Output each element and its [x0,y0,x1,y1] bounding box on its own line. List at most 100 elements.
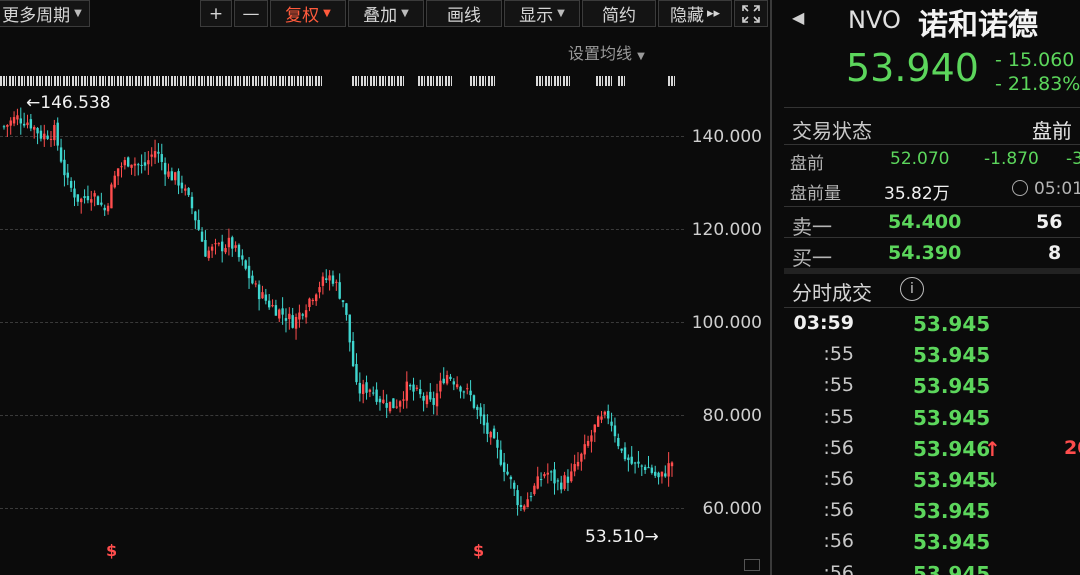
candle-body [516,490,519,506]
candle [392,398,395,409]
candle-body [486,422,489,434]
candle [341,300,345,308]
candle [502,453,506,482]
candle [372,386,375,396]
candle-body [308,298,311,308]
candle-body [600,416,603,420]
period-dropdown[interactable]: 更多周期 ▼ [0,0,90,27]
candle-body [613,425,617,437]
panel-divider[interactable] [770,0,772,575]
hide-button[interactable]: 隐藏 ▸▸ [658,0,732,27]
candle [153,139,157,164]
candle [26,114,29,129]
candle-body [271,305,274,307]
candle [439,372,442,399]
candle-body [298,312,301,320]
candle [234,241,237,252]
candle-body [96,196,100,205]
candle-body [187,188,190,196]
zoom-in-button[interactable]: + [200,0,232,27]
candle [382,389,385,405]
candle [432,391,435,415]
ticks-title: 分时成交 [792,281,872,305]
split-marker[interactable]: $ [106,541,117,560]
fullscreen-button[interactable] [734,0,768,27]
candle [566,469,570,492]
candle-body [140,164,143,166]
candle [257,280,261,311]
axis-tick: 140.000 [691,127,762,147]
candlestick-chart[interactable]: ←146.538 53.510→ $ $ 设置均线 ▼ [0,0,684,575]
price-change: - 15.060 [995,49,1075,71]
display-dropdown[interactable]: 显示 ▼ [504,0,580,27]
candle-body [590,435,593,442]
tick-price: 53.945 [913,499,991,524]
candle [405,371,409,409]
ask-size: 56 [1036,211,1063,233]
candle-body [657,472,660,478]
candle [301,312,304,320]
quote-panel: ◀ NVO 诺和诺德 53.940 - 15.060 - 21.83% 交易状态… [784,0,1080,575]
candle [499,440,503,467]
candle-body [412,384,415,392]
candle [603,410,607,419]
zoom-out-button[interactable]: — [234,0,268,27]
chart-scrollbar[interactable] [744,559,760,571]
candle-body [214,243,217,245]
candle [244,259,247,271]
candle-body [506,471,509,475]
candle [100,192,103,207]
candle [66,163,69,186]
fullscreen-icon [742,4,760,23]
candle-body [147,160,150,165]
info-icon[interactable]: i [900,277,924,301]
candle [16,108,19,126]
candle-body [469,390,472,396]
candle [311,298,315,305]
candle [321,272,325,295]
candle-body [502,462,506,472]
candle-body [388,401,392,412]
ma-setting-button[interactable]: 设置均线 ▼ [568,40,645,64]
candle-body [647,467,650,469]
simple-button[interactable]: 简约 [582,0,656,27]
candle [459,385,462,399]
collapse-panel-icon[interactable]: ◀ [792,8,804,27]
candle [267,293,271,310]
candle [251,270,254,285]
candle [220,234,224,263]
candle-body [670,462,674,467]
candle-body [449,376,452,380]
candle-body [513,482,516,489]
ask-price: 54.400 [888,211,962,233]
premarket-volume-label: 盘前量 [790,184,841,204]
overlay-dropdown[interactable]: 叠加 ▼ [348,0,424,27]
candle-body [241,255,244,260]
candle-body [372,392,375,394]
candle [237,243,241,262]
tick-time: :56 [823,530,854,553]
candle-body [603,411,607,415]
candle [291,307,294,329]
split-marker[interactable]: $ [473,541,484,560]
candle-body [489,431,492,438]
draw-button[interactable]: 画线 [426,0,502,27]
adjust-dropdown[interactable]: 复权 ▼ [270,0,346,27]
candle [338,273,341,300]
candle-body [640,465,643,467]
tick-row: :56 53.945 ↓ [784,468,1080,496]
candle [194,210,197,229]
candle [529,491,533,502]
candle [513,480,516,497]
candle-body [86,196,90,201]
candle [241,249,244,266]
candle-body [301,314,304,316]
caret-down-icon: ▼ [74,8,82,19]
candle-body [466,388,469,390]
candle [580,452,583,471]
candle-body [137,164,140,166]
bid-size: 8 [1048,242,1062,264]
tick-row: :56 53.945 [784,499,1080,527]
candle-body [378,398,382,403]
candle [204,230,207,257]
